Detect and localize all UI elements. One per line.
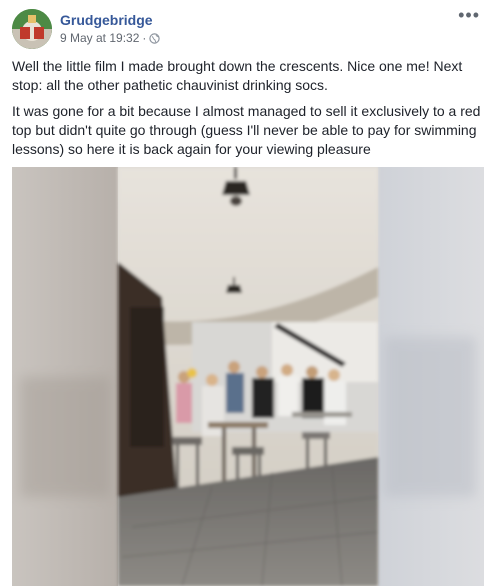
video-player[interactable] (12, 167, 484, 586)
post-paragraph: It was gone for a bit because I almost m… (12, 103, 481, 157)
more-options-icon[interactable]: ••• (458, 6, 480, 24)
post-paragraph: Well the little film I made brought down… (12, 58, 463, 93)
timestamp[interactable]: 9 May at 19:32 (60, 31, 139, 45)
video-frame (12, 167, 484, 586)
post-text: Well the little film I made brought down… (12, 57, 484, 166)
globe-icon (149, 32, 161, 44)
avatar[interactable] (12, 9, 52, 49)
post-meta: 9 May at 19:32 · (60, 31, 161, 45)
post-header: Grudgebridge 9 May at 19:32 · ••• (12, 6, 484, 49)
author-name[interactable]: Grudgebridge (60, 12, 153, 28)
meta-separator: · (142, 31, 147, 45)
